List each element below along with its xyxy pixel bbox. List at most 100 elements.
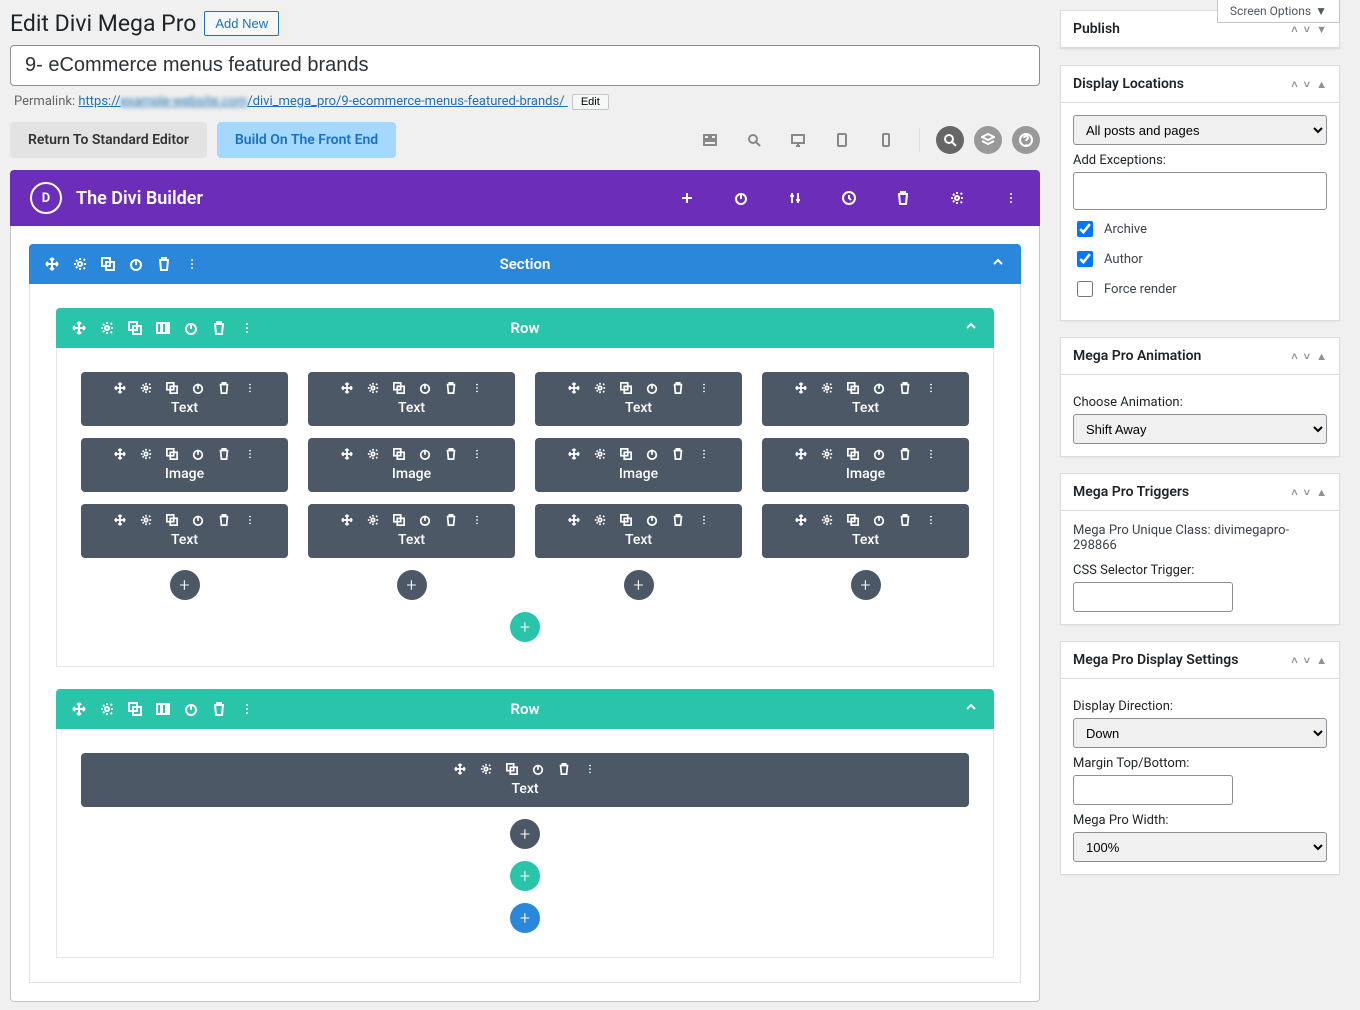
- power-icon[interactable]: [129, 257, 143, 271]
- search-circle-icon[interactable]: [936, 126, 964, 154]
- copy-icon[interactable]: [393, 514, 405, 526]
- copy-icon[interactable]: [847, 448, 859, 460]
- dots-icon[interactable]: [471, 448, 483, 460]
- copy-icon[interactable]: [620, 382, 632, 394]
- text-module[interactable]: Text: [308, 504, 515, 558]
- css-selector-input[interactable]: [1073, 582, 1233, 612]
- move-icon[interactable]: [72, 321, 86, 335]
- power-icon[interactable]: [184, 321, 198, 335]
- width-select[interactable]: 100%: [1073, 832, 1327, 862]
- power-icon[interactable]: [646, 382, 658, 394]
- move-icon[interactable]: [568, 514, 580, 526]
- text-module[interactable]: Text: [81, 372, 288, 426]
- post-title-input[interactable]: [10, 45, 1040, 86]
- copy-icon[interactable]: [393, 382, 405, 394]
- move-icon[interactable]: [72, 702, 86, 716]
- add-row-button[interactable]: +: [510, 861, 540, 891]
- chevron-down-icon[interactable]: ˅: [1304, 23, 1310, 36]
- copy-icon[interactable]: [847, 382, 859, 394]
- dots-icon[interactable]: [698, 514, 710, 526]
- add-section-button[interactable]: +: [510, 903, 540, 933]
- dots-icon[interactable]: [244, 382, 256, 394]
- power-icon[interactable]: [184, 702, 198, 716]
- copy-icon[interactable]: [128, 702, 142, 716]
- move-icon[interactable]: [341, 448, 353, 460]
- dots-icon[interactable]: [244, 448, 256, 460]
- screen-options-tab[interactable]: Screen Options ▼: [1217, 0, 1340, 23]
- gear-icon[interactable]: [594, 448, 606, 460]
- gear-icon[interactable]: [367, 448, 379, 460]
- chevron-up-icon[interactable]: ˄: [1291, 23, 1297, 36]
- trash-icon[interactable]: [218, 514, 230, 526]
- gear-icon[interactable]: [594, 382, 606, 394]
- power-icon[interactable]: [873, 514, 885, 526]
- image-module[interactable]: Image: [535, 438, 742, 492]
- move-icon[interactable]: [341, 514, 353, 526]
- image-module[interactable]: Image: [308, 438, 515, 492]
- header-gear-icon[interactable]: [948, 189, 966, 207]
- move-icon[interactable]: [45, 257, 59, 271]
- permalink-link[interactable]: https://example-website.com/divi_mega_pr…: [78, 94, 567, 109]
- add-module-button[interactable]: +: [510, 819, 540, 849]
- display-locations-select[interactable]: All posts and pages: [1073, 115, 1327, 145]
- wireframe-icon[interactable]: [693, 123, 727, 157]
- copy-icon[interactable]: [166, 382, 178, 394]
- columns-icon[interactable]: [156, 321, 170, 335]
- gear-icon[interactable]: [821, 382, 833, 394]
- move-icon[interactable]: [454, 763, 466, 775]
- image-module[interactable]: Image: [81, 438, 288, 492]
- trash-icon[interactable]: [212, 702, 226, 716]
- text-module[interactable]: Text: [762, 504, 969, 558]
- text-module[interactable]: Text: [535, 372, 742, 426]
- zoom-icon[interactable]: [737, 123, 771, 157]
- power-icon[interactable]: [532, 763, 544, 775]
- gear-icon[interactable]: [140, 448, 152, 460]
- return-standard-editor-button[interactable]: Return To Standard Editor: [10, 122, 207, 158]
- copy-icon[interactable]: [101, 257, 115, 271]
- tablet-icon[interactable]: [825, 123, 859, 157]
- gear-icon[interactable]: [140, 382, 152, 394]
- move-icon[interactable]: [114, 448, 126, 460]
- dots-icon[interactable]: [698, 448, 710, 460]
- dots-icon[interactable]: [471, 514, 483, 526]
- move-icon[interactable]: [795, 382, 807, 394]
- move-icon[interactable]: [341, 382, 353, 394]
- power-icon[interactable]: [192, 382, 204, 394]
- header-history-icon[interactable]: [840, 189, 858, 207]
- phone-icon[interactable]: [869, 123, 903, 157]
- gear-icon[interactable]: [140, 514, 152, 526]
- direction-select[interactable]: Down: [1073, 718, 1327, 748]
- trash-icon[interactable]: [899, 382, 911, 394]
- move-icon[interactable]: [795, 514, 807, 526]
- header-power-icon[interactable]: [732, 189, 750, 207]
- gear-icon[interactable]: [73, 257, 87, 271]
- copy-icon[interactable]: [166, 514, 178, 526]
- power-icon[interactable]: [873, 448, 885, 460]
- header-trash-icon[interactable]: [894, 189, 912, 207]
- add-module-button[interactable]: +: [170, 570, 200, 600]
- power-icon[interactable]: [419, 514, 431, 526]
- dots-icon[interactable]: [584, 763, 596, 775]
- trash-icon[interactable]: [672, 382, 684, 394]
- dots-icon[interactable]: [925, 382, 937, 394]
- move-icon[interactable]: [114, 514, 126, 526]
- trash-icon[interactable]: [445, 448, 457, 460]
- copy-icon[interactable]: [847, 514, 859, 526]
- gear-icon[interactable]: [594, 514, 606, 526]
- trash-icon[interactable]: [157, 257, 171, 271]
- move-icon[interactable]: [795, 448, 807, 460]
- toggle-icon[interactable]: ▼: [1316, 23, 1327, 36]
- text-module[interactable]: Text: [308, 372, 515, 426]
- chevron-up-icon[interactable]: [964, 319, 978, 337]
- power-icon[interactable]: [873, 382, 885, 394]
- image-module[interactable]: Image: [762, 438, 969, 492]
- edit-permalink-button[interactable]: Edit: [572, 94, 609, 110]
- power-icon[interactable]: [419, 382, 431, 394]
- exceptions-input[interactable]: [1073, 172, 1327, 210]
- copy-icon[interactable]: [128, 321, 142, 335]
- trash-icon[interactable]: [445, 514, 457, 526]
- trash-icon[interactable]: [899, 448, 911, 460]
- copy-icon[interactable]: [620, 448, 632, 460]
- trash-icon[interactable]: [445, 382, 457, 394]
- dots-icon[interactable]: [698, 382, 710, 394]
